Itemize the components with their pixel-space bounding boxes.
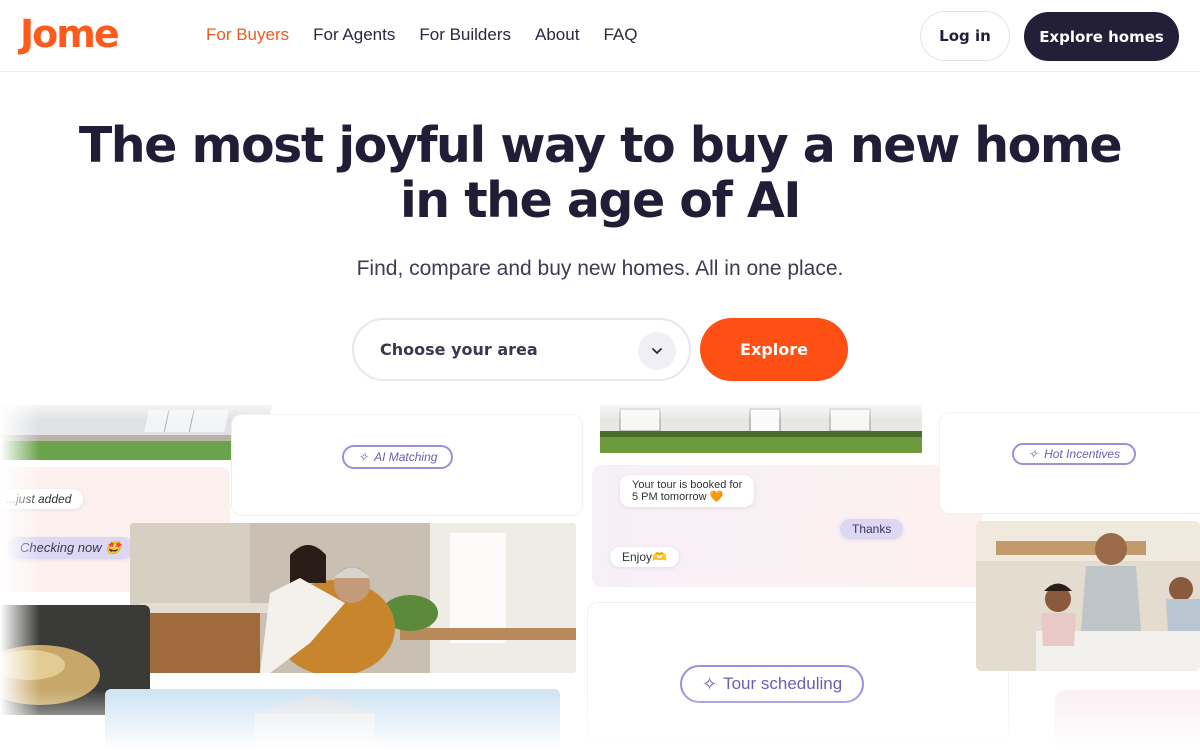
collage-bottom-fade xyxy=(0,690,1200,750)
ai-matching-label: AI Matching xyxy=(374,450,438,464)
chat-bubble-tour-booked-line1: Your tour is booked for xyxy=(632,479,743,491)
main-nav: For Buyers For Agents For Builders About… xyxy=(206,25,637,45)
area-select[interactable]: Choose your area xyxy=(352,318,691,381)
nav-for-buyers[interactable]: For Buyers xyxy=(206,25,289,45)
hot-incentives-label: Hot Incentives xyxy=(1044,447,1121,461)
jome-logo[interactable]: Jome xyxy=(20,12,120,56)
hot-incentives-card: ✧ Hot Incentives xyxy=(940,413,1200,513)
chat-bubble-tour-booked-line2: 5 PM tomorrow 🧡 xyxy=(632,491,724,503)
sparkle-icon: ✧ xyxy=(1028,447,1039,461)
hot-incentives-pill: ✧ Hot Incentives xyxy=(1012,443,1137,465)
explore-homes-button[interactable]: Explore homes xyxy=(1024,12,1179,61)
collage-top-fade xyxy=(0,398,1200,420)
chat-bubble-enjoy: Enjoy🫶 xyxy=(610,547,679,567)
family-photo-kitchen xyxy=(130,523,576,673)
sparkle-icon: ✧ xyxy=(358,450,369,464)
nav-for-agents[interactable]: For Agents xyxy=(313,25,395,45)
ai-matching-card: ✧ AI Matching xyxy=(232,415,582,515)
login-button[interactable]: Log in xyxy=(920,11,1010,61)
chevron-down-icon[interactable] xyxy=(638,332,676,370)
family-photo-right xyxy=(976,521,1200,671)
hero-title: The most joyful way to buy a new home in… xyxy=(0,118,1200,228)
hero-subtitle: Find, compare and buy new homes. All in … xyxy=(356,257,844,280)
ai-matching-pill: ✧ AI Matching xyxy=(342,445,454,469)
explore-button[interactable]: Explore xyxy=(700,318,848,381)
nav-faq[interactable]: FAQ xyxy=(603,25,637,45)
hero-title-line1: The most joyful way to buy a new home xyxy=(78,117,1123,174)
site-header: Jome For Buyers For Agents For Builders … xyxy=(0,0,1200,72)
nav-about[interactable]: About xyxy=(535,25,579,45)
nav-for-builders[interactable]: For Builders xyxy=(419,25,511,45)
chat-bubble-tour-booked: Your tour is booked for 5 PM tomorrow 🧡 xyxy=(620,475,755,507)
hero-title-line2: in the age of AI xyxy=(400,172,801,229)
chat-card-center: Your tour is booked for 5 PM tomorrow 🧡 … xyxy=(592,465,982,587)
area-select-value: Choose your area xyxy=(380,340,538,359)
chat-bubble-thanks: Thanks xyxy=(840,519,904,539)
